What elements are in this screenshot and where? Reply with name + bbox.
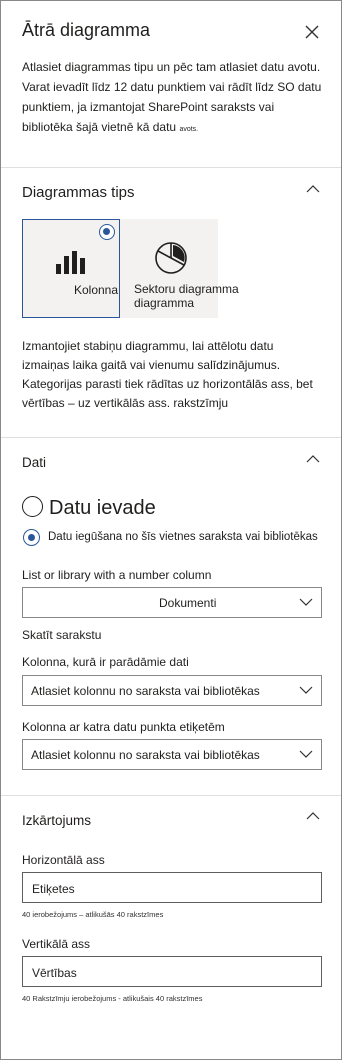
- pie-chart-icon: [155, 242, 187, 274]
- section-title-layout: Izkārtojums: [22, 813, 92, 828]
- close-icon[interactable]: [304, 24, 320, 40]
- list-library-label: List or library with a number column: [22, 568, 212, 582]
- radio-list-source[interactable]: [23, 529, 40, 546]
- radio-manual-entry-label: Datu ievade: [49, 497, 156, 519]
- value-column-label: Kolonna, kurā ir parādāmie dati: [22, 655, 189, 669]
- chevron-down-icon: [299, 686, 313, 694]
- chevron-up-icon[interactable]: [306, 454, 320, 463]
- intro-small-text: avots.: [179, 126, 199, 133]
- intro-text: Atlasiet diagrammas tipu un pēc tam atla…: [22, 60, 322, 134]
- panel-intro: Atlasiet diagrammas tipu un pēc tam atla…: [22, 57, 322, 140]
- chevron-up-icon[interactable]: [306, 184, 320, 193]
- horizontal-axis-hint: 40 ierobežojums – atlikušās 40 rakstzīme…: [22, 910, 164, 919]
- chart-type-description: Izmantojiet stabiņu diagrammu, lai attēl…: [22, 339, 313, 410]
- section-divider: [1, 795, 341, 796]
- view-list-link[interactable]: Skatīt sarakstu: [22, 628, 101, 642]
- value-column-dropdown[interactable]: Atlasiet kolonnu no saraksta vai bibliot…: [22, 675, 322, 706]
- vertical-axis-hint: 40 Rakstzīmju ierobežojums - atlikušais …: [22, 994, 203, 1003]
- chevron-down-icon: [299, 598, 313, 606]
- vertical-axis-label: Vertikālā ass: [22, 937, 91, 951]
- chart-type-option-column[interactable]: Kolonna: [22, 219, 120, 318]
- vertical-axis-input[interactable]: Vērtības: [22, 956, 322, 987]
- chevron-down-icon: [299, 750, 313, 758]
- section-divider: [1, 167, 341, 168]
- radio-manual-entry[interactable]: [22, 496, 43, 517]
- selected-radio-icon: [99, 224, 115, 240]
- panel-title: Ātrā diagramma: [22, 20, 151, 40]
- value-column-placeholder: Atlasiet kolonnu no saraksta vai bibliot…: [31, 684, 260, 698]
- label-column-label: Kolonna ar katra datu punkta etiķetēm: [22, 720, 225, 734]
- section-title-chart-type: Diagrammas tips: [22, 184, 135, 201]
- section-title-data: Dati: [22, 455, 47, 470]
- list-library-value: Dokumenti: [159, 596, 217, 610]
- chevron-up-icon[interactable]: [306, 811, 320, 820]
- list-library-dropdown[interactable]: Dokumenti: [22, 587, 322, 618]
- chart-type-label: Kolonna: [73, 283, 119, 297]
- section-divider: [1, 437, 341, 438]
- label-column-placeholder: Atlasiet kolonnu no saraksta vai bibliot…: [31, 748, 260, 762]
- bar-chart-icon: [56, 251, 85, 274]
- horizontal-axis-input[interactable]: Etiķetes: [22, 872, 322, 903]
- horizontal-axis-label: Horizontālā ass: [22, 853, 105, 867]
- radio-list-source-label: Datu iegūšana no šīs vietnes saraksta va…: [48, 531, 318, 543]
- chart-type-label: Sektoru diagramma diagramma: [134, 282, 239, 310]
- chart-type-option-pie[interactable]: Sektoru diagramma diagramma: [120, 219, 239, 318]
- label-column-dropdown[interactable]: Atlasiet kolonnu no saraksta vai bibliot…: [22, 739, 322, 770]
